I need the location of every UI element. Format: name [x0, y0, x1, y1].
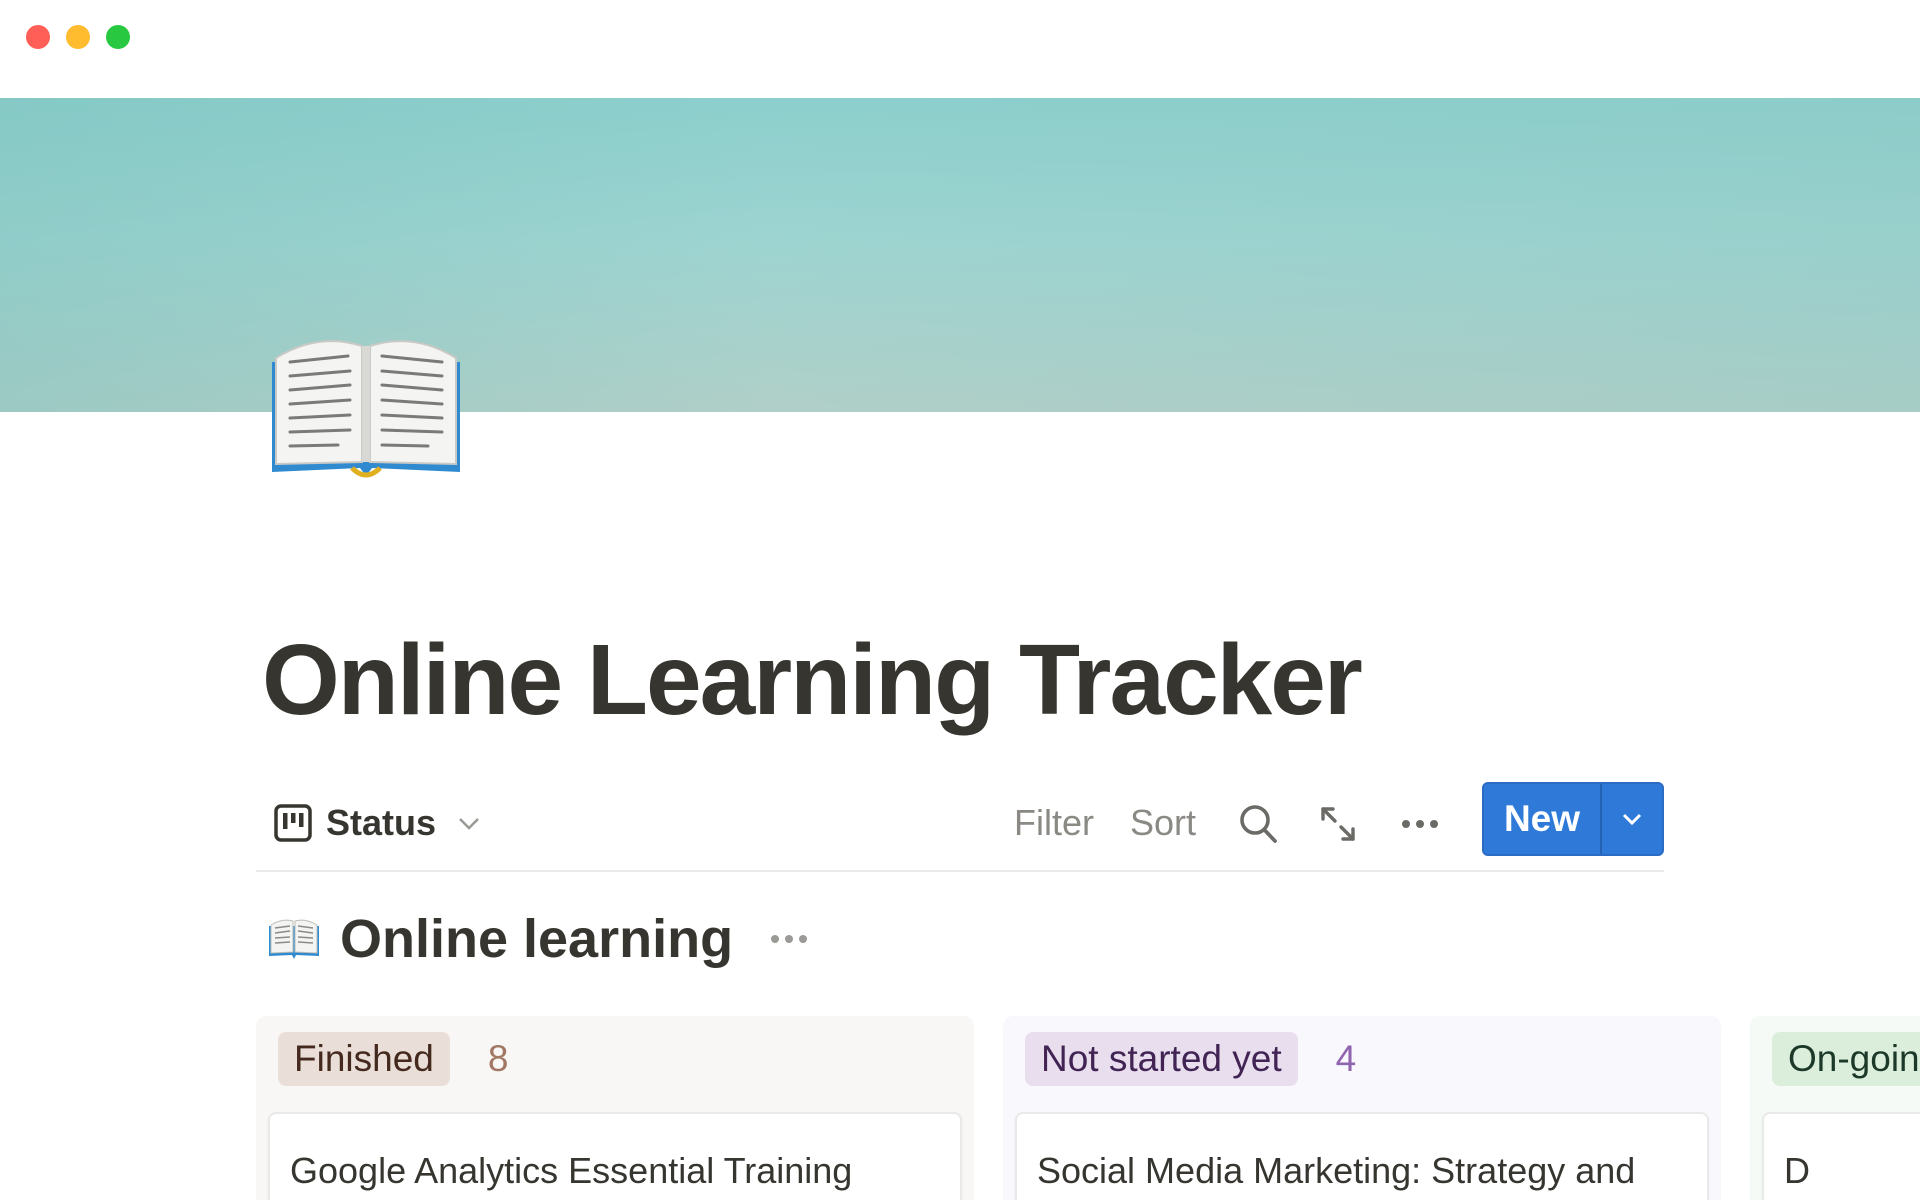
database-view-toolbar: Status Filter Sort New: [256, 780, 1664, 872]
column-header[interactable]: Not started yet 4: [1025, 1032, 1356, 1086]
database-title[interactable]: Online learning: [340, 908, 733, 970]
board-view-icon: [274, 804, 312, 842]
open-book-icon: [269, 919, 319, 959]
status-tag-not-started: Not started yet: [1025, 1032, 1298, 1086]
board-column-not-started: Not started yet 4 Social Media Marketing…: [1003, 1016, 1721, 1200]
window-close-button[interactable]: [26, 25, 50, 49]
sort-button[interactable]: Sort: [1130, 798, 1196, 848]
view-tab-status[interactable]: Status: [274, 798, 482, 848]
view-tab-label: Status: [326, 802, 437, 843]
window-titlebar: [0, 0, 1920, 98]
new-button[interactable]: New: [1484, 784, 1602, 854]
column-header[interactable]: Finished 8: [278, 1032, 508, 1086]
database-header: Online learning: [268, 904, 811, 974]
card-title: Google Analytics Essential Training: [290, 1150, 853, 1191]
column-header[interactable]: On-goin: [1772, 1032, 1920, 1086]
new-button-group: New: [1482, 782, 1664, 856]
filter-button[interactable]: Filter: [1014, 798, 1094, 848]
board-card[interactable]: Social Media Marketing: Strategy and: [1015, 1112, 1709, 1200]
more-icon[interactable]: [767, 929, 811, 949]
new-dropdown-button[interactable]: [1602, 784, 1662, 854]
window-maximize-button[interactable]: [106, 25, 130, 49]
more-icon[interactable]: [1398, 802, 1442, 846]
expand-icon[interactable]: [1316, 802, 1360, 846]
card-title: D: [1784, 1150, 1810, 1191]
page-title[interactable]: Online Learning Tracker: [262, 620, 1363, 740]
chevron-down-icon: [1622, 813, 1642, 826]
board-column-finished: Finished 8 Google Analytics Essential Tr…: [256, 1016, 974, 1200]
board-card[interactable]: D: [1762, 1112, 1920, 1200]
search-icon[interactable]: [1236, 802, 1280, 846]
board-column-ongoing: On-goin D: [1750, 1016, 1920, 1200]
chevron-down-icon: [459, 818, 479, 830]
open-book-icon[interactable]: [268, 322, 464, 482]
status-tag-finished: Finished: [278, 1032, 450, 1086]
column-count: 8: [487, 1038, 509, 1079]
board-card[interactable]: Google Analytics Essential Training: [268, 1112, 962, 1200]
column-count: 4: [1335, 1038, 1357, 1079]
status-tag-ongoing: On-goin: [1772, 1032, 1920, 1086]
card-title: Social Media Marketing: Strategy and: [1037, 1150, 1636, 1191]
window-minimize-button[interactable]: [66, 25, 90, 49]
